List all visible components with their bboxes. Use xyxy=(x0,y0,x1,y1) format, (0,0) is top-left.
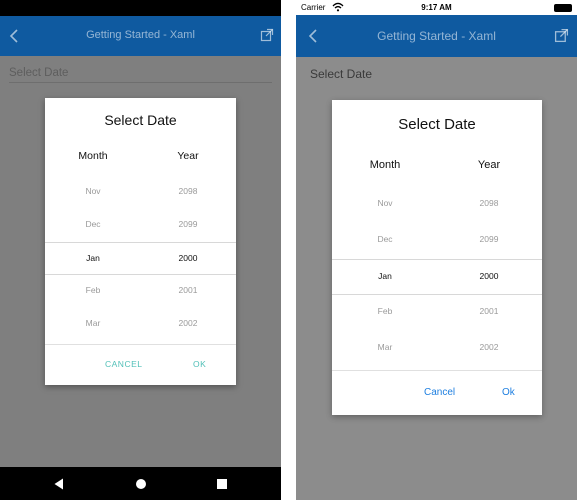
month-option: Feb xyxy=(85,285,101,295)
year-option: 2099 xyxy=(479,234,499,244)
date-picker-dialog: Select Date Month Year Nov 2098 Dec 2099… xyxy=(45,98,236,385)
year-option: 2099 xyxy=(178,219,198,229)
android-screen: Getting Started - Xaml Select Date Selec… xyxy=(0,0,281,500)
picker-row[interactable]: Dec 2099 xyxy=(332,223,542,259)
status-time: 9:17 AM xyxy=(421,3,452,12)
picker-row-selected[interactable]: Jan 2000 xyxy=(332,259,542,295)
app-title: Getting Started - Xaml xyxy=(377,29,496,43)
picker-row[interactable]: Nov 2098 xyxy=(332,187,542,223)
picker-row[interactable]: Feb 2001 xyxy=(45,275,236,308)
month-column-header: Month xyxy=(78,150,108,162)
date-field[interactable]: Select Date xyxy=(310,67,372,81)
month-option: Mar xyxy=(85,318,101,328)
open-external-icon[interactable] xyxy=(554,28,569,43)
android-status-bar xyxy=(0,0,281,16)
open-external-icon[interactable] xyxy=(260,28,274,42)
dialog-footer-divider xyxy=(45,344,236,345)
picker-row[interactable]: Dec 2099 xyxy=(45,209,236,242)
date-field[interactable]: Select Date xyxy=(9,67,272,83)
android-app-bar: Getting Started - Xaml xyxy=(0,16,281,56)
dialog-title: Select Date xyxy=(398,116,476,133)
dialog-footer-divider xyxy=(332,370,542,371)
year-column-header: Year xyxy=(477,159,501,171)
ok-button[interactable]: OK xyxy=(193,359,206,369)
date-picker-dialog: Select Date Month Year Nov 2098 Dec 2099… xyxy=(332,100,542,415)
square-recents-icon[interactable] xyxy=(215,477,229,491)
battery-icon xyxy=(554,4,572,12)
month-option: Dec xyxy=(85,219,101,229)
dialog-title: Select Date xyxy=(104,112,177,128)
cancel-button[interactable]: Cancel xyxy=(424,387,455,398)
year-column-header: Year xyxy=(177,150,199,162)
screenshot-stage: Getting Started - Xaml Select Date Selec… xyxy=(0,0,577,500)
month-option: Jan xyxy=(378,271,392,281)
month-option: Nov xyxy=(85,186,101,196)
circle-home-icon[interactable] xyxy=(134,477,148,491)
year-option: 2002 xyxy=(178,318,198,328)
year-option: 2000 xyxy=(479,271,499,281)
year-option: 2002 xyxy=(479,342,499,352)
year-option: 2098 xyxy=(479,198,499,208)
ok-button[interactable]: Ok xyxy=(502,387,515,398)
month-option: Jan xyxy=(86,253,100,263)
year-option: 2098 xyxy=(178,186,198,196)
picker-row[interactable]: Mar 2002 xyxy=(45,308,236,341)
year-option: 2000 xyxy=(178,253,198,263)
month-option: Mar xyxy=(377,342,393,352)
month-column-header: Month xyxy=(369,159,401,171)
picker-row[interactable]: Mar 2002 xyxy=(332,331,542,367)
year-option: 2001 xyxy=(479,306,499,316)
month-option: Nov xyxy=(377,198,393,208)
picker-row[interactable]: Nov 2098 xyxy=(45,176,236,209)
cancel-button[interactable]: CANCEL xyxy=(105,359,142,369)
picker-row-selected[interactable]: Jan 2000 xyxy=(45,242,236,275)
ios-screen: Carrier 9:17 AM Getting Started - Xaml S… xyxy=(296,0,577,500)
month-option: Dec xyxy=(377,234,393,244)
picker-row[interactable]: Feb 2001 xyxy=(332,295,542,331)
ios-nav-bar: Getting Started - Xaml xyxy=(296,15,577,57)
ios-status-bar: Carrier 9:17 AM xyxy=(296,0,577,15)
year-option: 2001 xyxy=(178,285,198,295)
app-title: Getting Started - Xaml xyxy=(86,29,195,41)
triangle-back-icon[interactable] xyxy=(52,477,66,491)
android-nav-bar xyxy=(0,467,281,500)
month-option: Feb xyxy=(377,306,393,316)
